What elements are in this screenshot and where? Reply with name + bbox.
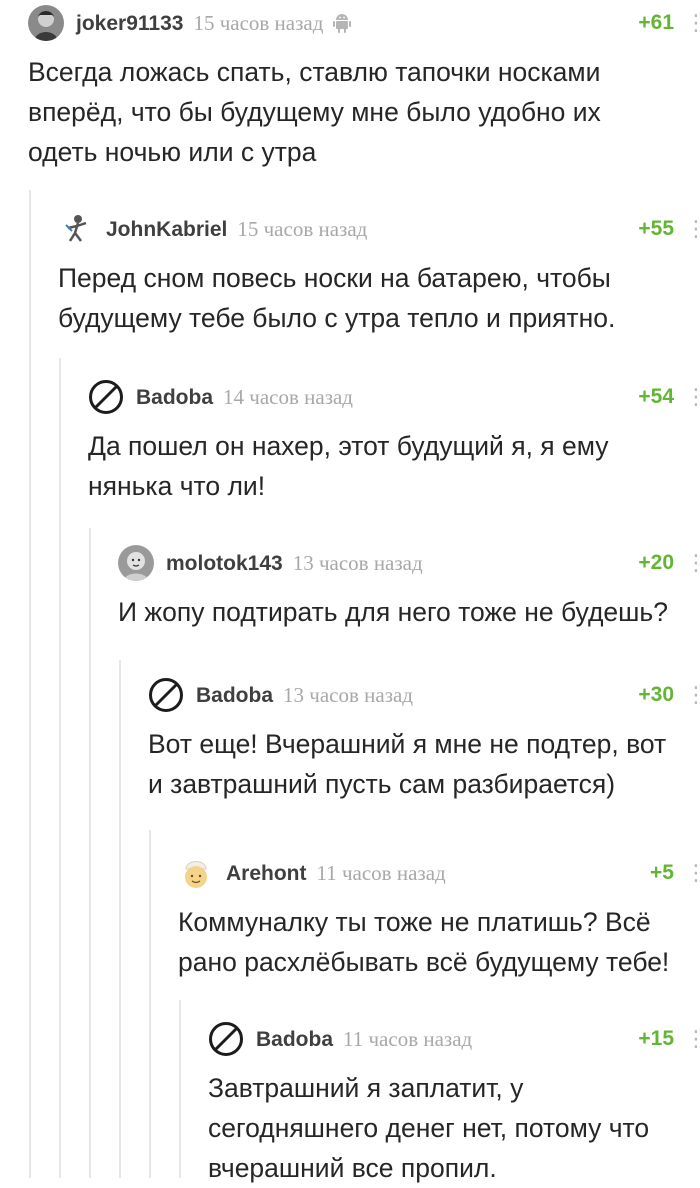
comment-time: 13 часов назад bbox=[292, 551, 423, 575]
more-options-icon[interactable]: ⋮ bbox=[685, 1024, 700, 1054]
user-info: Badoba 13 часов назад bbox=[196, 680, 413, 713]
comment-text: Перед сном повесь носки на батарею, чтоб… bbox=[58, 263, 616, 333]
android-icon bbox=[333, 13, 352, 44]
comment-time: 14 часов назад bbox=[223, 385, 353, 409]
username[interactable]: Badoba bbox=[196, 684, 273, 707]
comment: Arehont 11 часов назад +5 ⋮ Коммуналку ты… bbox=[178, 854, 700, 982]
user-info: molotok143 13 часов назад bbox=[166, 548, 423, 581]
comment-time: 11 часов назад bbox=[316, 861, 446, 885]
user-info: Badoba 11 часов назад bbox=[256, 1024, 472, 1057]
more-options-icon[interactable]: ⋮ bbox=[685, 858, 700, 888]
thread-line bbox=[149, 830, 151, 1178]
no-avatar-icon[interactable] bbox=[208, 1021, 244, 1057]
comment-text: Да пошел он нахер, этот будущий я, я ему… bbox=[88, 431, 609, 501]
more-options-icon[interactable]: ⋮ bbox=[685, 548, 700, 578]
thread-line bbox=[179, 1000, 181, 1178]
comment-text: И жопу подтирать для него тоже не будешь… bbox=[118, 597, 668, 627]
comment: Badoba 14 часов назад +54 ⋮ Да пошел он н… bbox=[88, 378, 700, 506]
comment-text: Коммуналку ты тоже не платишь? Всё рано … bbox=[178, 907, 670, 977]
username[interactable]: molotok143 bbox=[166, 552, 283, 575]
user-info: Arehont 11 часов назад bbox=[226, 858, 446, 891]
comment-header: molotok143 13 часов назад +20 ⋮ bbox=[118, 544, 700, 584]
username[interactable]: Badoba bbox=[256, 1028, 333, 1051]
comment: Badoba 13 часов назад +30 ⋮ Вот еще! Вчер… bbox=[148, 676, 700, 804]
comment-rating[interactable]: +55 bbox=[638, 214, 674, 244]
thread-line bbox=[29, 190, 31, 1178]
username[interactable]: JohnKabriel bbox=[106, 218, 227, 241]
cartoon-avatar[interactable] bbox=[178, 855, 214, 891]
username[interactable]: Badoba bbox=[136, 386, 213, 409]
comment-text: Всегда ложась спать, ставлю тапочки носк… bbox=[28, 57, 601, 167]
more-options-icon[interactable]: ⋮ bbox=[685, 680, 700, 710]
thread-line bbox=[119, 660, 121, 1178]
user-info: JohnKabriel 15 часов назад bbox=[106, 214, 367, 247]
comment-header: Arehont 11 часов назад +5 ⋮ bbox=[178, 854, 700, 894]
more-options-icon[interactable]: ⋮ bbox=[685, 8, 700, 38]
comment-header: Badoba 14 часов назад +54 ⋮ bbox=[88, 378, 700, 418]
comment: Badoba 11 часов назад +15 ⋮ Завтрашний я … bbox=[208, 1020, 700, 1188]
figure-avatar[interactable] bbox=[58, 211, 94, 247]
comment-header: Badoba 13 часов назад +30 ⋮ bbox=[148, 676, 700, 716]
no-avatar-icon[interactable] bbox=[148, 677, 184, 713]
comment: JohnKabriel 15 часов назад +55 ⋮ Перед сн… bbox=[58, 210, 700, 338]
comment-rating[interactable]: +61 bbox=[638, 8, 674, 38]
comment-time: 15 часов назад bbox=[237, 217, 368, 241]
comment-header: joker91133 15 часов назад +61 ⋮ bbox=[28, 4, 700, 44]
comment-text: Завтрашний я заплатит, у сегодняшнего де… bbox=[208, 1073, 650, 1183]
comment-rating[interactable]: +30 bbox=[638, 680, 674, 710]
comment-time: 15 часов назад bbox=[193, 11, 324, 35]
comment-rating[interactable]: +5 bbox=[650, 858, 674, 888]
user-info: joker91133 15 часов назад bbox=[76, 8, 352, 44]
comment-time: 13 часов назад bbox=[283, 683, 413, 707]
portrait-avatar[interactable] bbox=[28, 5, 64, 41]
more-options-icon[interactable]: ⋮ bbox=[685, 214, 700, 244]
more-options-icon[interactable]: ⋮ bbox=[685, 382, 700, 412]
baby-avatar[interactable] bbox=[118, 545, 154, 581]
comment-header: Badoba 11 часов назад +15 ⋮ bbox=[208, 1020, 700, 1060]
username[interactable]: Arehont bbox=[226, 862, 307, 885]
comment-rating[interactable]: +54 bbox=[638, 382, 674, 412]
username[interactable]: joker91133 bbox=[76, 12, 183, 35]
comment-rating[interactable]: +15 bbox=[638, 1024, 674, 1054]
comment-rating[interactable]: +20 bbox=[638, 548, 674, 578]
comment-text: Вот еще! Вчерашний я мне не подтер, вот … bbox=[148, 729, 667, 799]
comment-header: JohnKabriel 15 часов назад +55 ⋮ bbox=[58, 210, 700, 250]
comment: joker91133 15 часов назад +61 ⋮ Всегда ло… bbox=[28, 4, 700, 172]
no-avatar-icon[interactable] bbox=[88, 379, 124, 415]
comment: molotok143 13 часов назад +20 ⋮ И жопу по… bbox=[118, 544, 700, 632]
thread-line bbox=[59, 358, 61, 1178]
thread-line bbox=[89, 528, 91, 1178]
comment-time: 11 часов назад bbox=[343, 1027, 473, 1051]
user-info: Badoba 14 часов назад bbox=[136, 382, 353, 415]
